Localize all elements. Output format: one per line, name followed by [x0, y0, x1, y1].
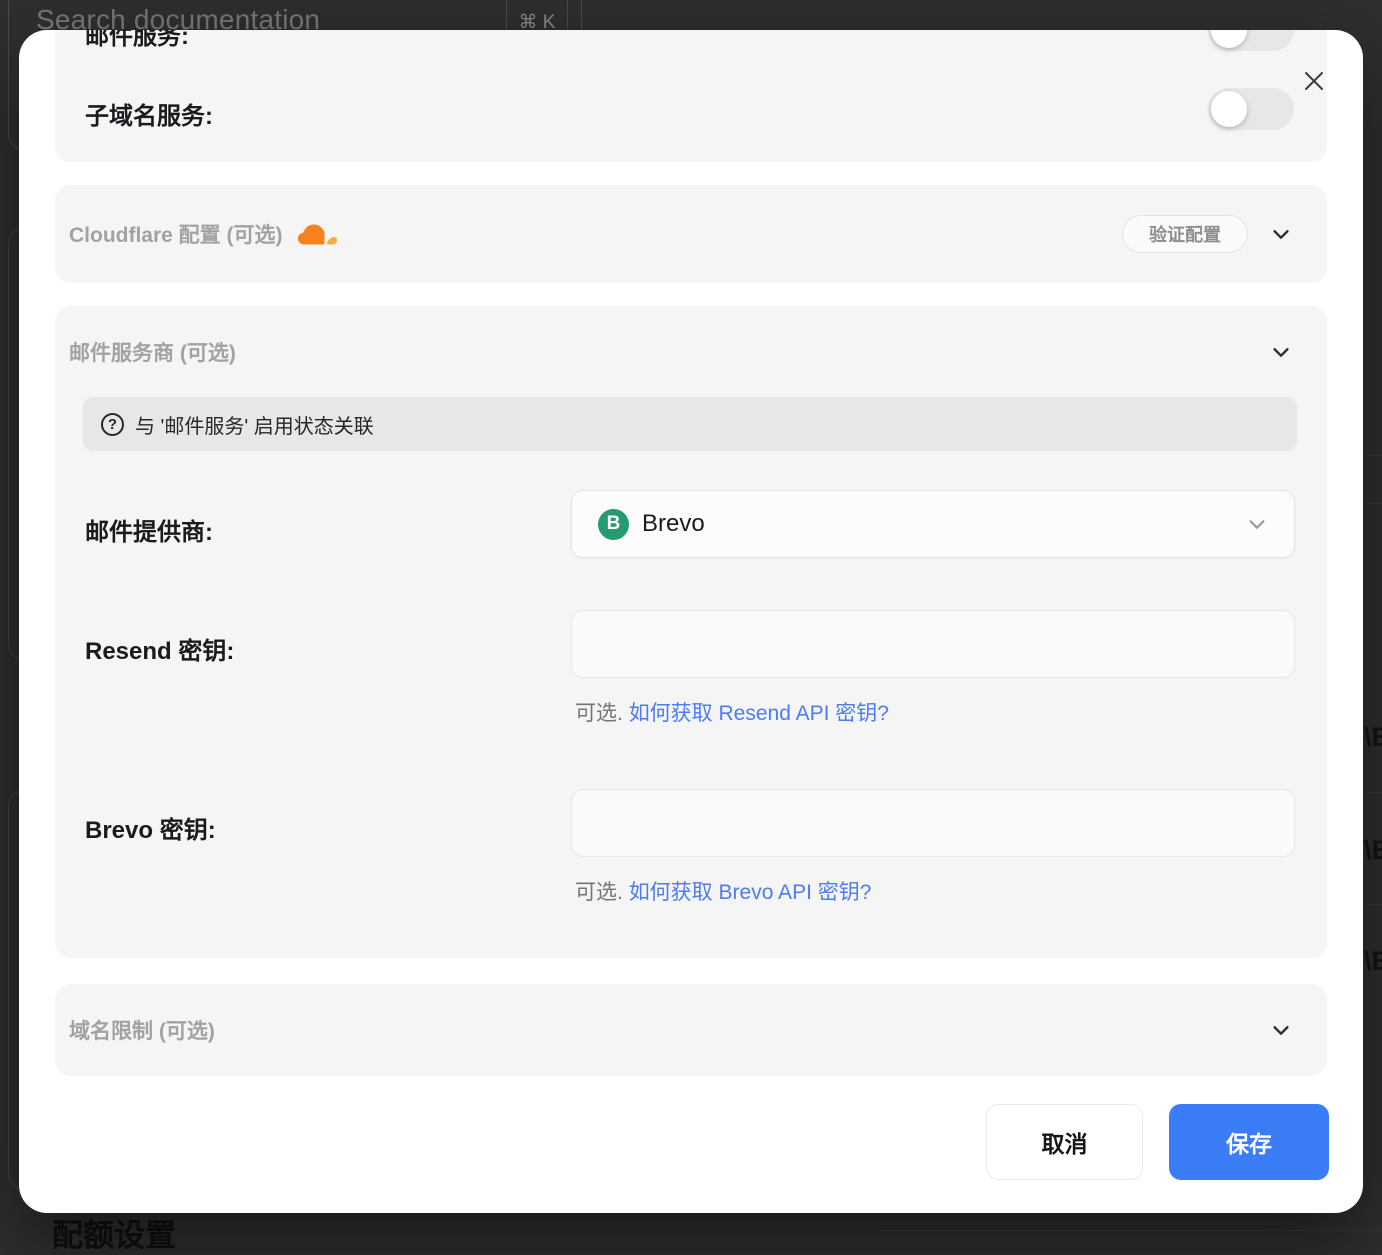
chevron-down-icon[interactable]: [1270, 341, 1292, 363]
provider-selected-value: Brevo: [642, 510, 705, 538]
brevo-key-hint: 可选. 如何获取 Brevo API 密钥?: [575, 876, 871, 906]
linked-state-notice: ? 与 '邮件服务' 启用状态关联: [83, 397, 1297, 451]
provider-label: 邮件提供商:: [85, 512, 213, 547]
background-text-fragment: \E: [1364, 722, 1382, 753]
chevron-down-icon[interactable]: [1270, 223, 1292, 245]
service-toggles-card: 邮件服务: 子域名服务:: [55, 30, 1327, 162]
toggle-knob: [1211, 91, 1247, 127]
chevron-down-icon[interactable]: [1270, 1019, 1292, 1041]
close-button[interactable]: [1300, 67, 1328, 95]
toggle-knob: [1211, 30, 1247, 48]
subdomain-service-toggle[interactable]: [1208, 88, 1294, 130]
domain-limit-section-title: 域名限制 (可选): [69, 1015, 215, 1045]
mail-provider-section-header: 邮件服务商 (可选): [55, 306, 1327, 398]
cloudflare-title-text: Cloudflare 配置 (可选): [69, 219, 283, 249]
question-circle-icon: ?: [101, 413, 124, 436]
background-divider: [880, 1230, 1382, 1231]
brevo-logo-icon: B: [598, 509, 629, 540]
notice-text: 与 '邮件服务' 启用状态关联: [135, 410, 374, 439]
chevron-down-icon: [1246, 513, 1268, 535]
verify-config-button[interactable]: 验证配置: [1122, 215, 1248, 253]
brevo-key-label: Brevo 密钥:: [85, 810, 216, 845]
mail-provider-section-title: 邮件服务商 (可选): [69, 337, 236, 367]
brevo-api-key-link[interactable]: 如何获取 Brevo API 密钥?: [629, 881, 872, 904]
provider-select[interactable]: B Brevo: [571, 490, 1295, 558]
close-icon: [1302, 69, 1326, 93]
resend-key-label: Resend 密钥:: [85, 631, 234, 666]
brevo-key-input[interactable]: [571, 789, 1295, 857]
cloudflare-icon: [297, 221, 337, 248]
hint-prefix: 可选.: [575, 881, 623, 904]
mail-service-toggle[interactable]: [1208, 30, 1294, 51]
cloudflare-section-title: Cloudflare 配置 (可选): [69, 219, 337, 249]
resend-api-key-link[interactable]: 如何获取 Resend API 密钥?: [629, 702, 889, 725]
resend-key-input[interactable]: [571, 610, 1295, 678]
resend-key-hint: 可选. 如何获取 Resend API 密钥?: [575, 697, 889, 727]
settings-dialog: 邮件服务: 子域名服务: Cloudflare 配置 (可选) 验证: [19, 30, 1363, 1213]
mail-service-label: 邮件服务:: [85, 30, 189, 51]
subdomain-service-label: 子域名服务:: [85, 96, 213, 131]
domain-limit-section-header: 域名限制 (可选): [55, 984, 1327, 1076]
cloudflare-section-header: Cloudflare 配置 (可选) 验证配置: [55, 185, 1327, 283]
mail-provider-title-text: 邮件服务商 (可选): [69, 337, 236, 367]
mail-provider-section: 邮件服务商 (可选) ? 与 '邮件服务' 启用状态关联 邮件提供商: B Br…: [55, 306, 1327, 958]
cancel-button[interactable]: 取消: [986, 1104, 1143, 1180]
hint-prefix: 可选.: [575, 702, 623, 725]
background-quota-heading: 配额设置: [52, 1210, 176, 1255]
cloudflare-section: Cloudflare 配置 (可选) 验证配置: [55, 185, 1327, 283]
domain-limit-section: 域名限制 (可选): [55, 984, 1327, 1076]
save-button[interactable]: 保存: [1169, 1104, 1329, 1180]
domain-limit-title-text: 域名限制 (可选): [69, 1015, 215, 1045]
background-text-fragment: \E: [1364, 946, 1382, 977]
background-text-fragment: \E: [1364, 835, 1382, 866]
